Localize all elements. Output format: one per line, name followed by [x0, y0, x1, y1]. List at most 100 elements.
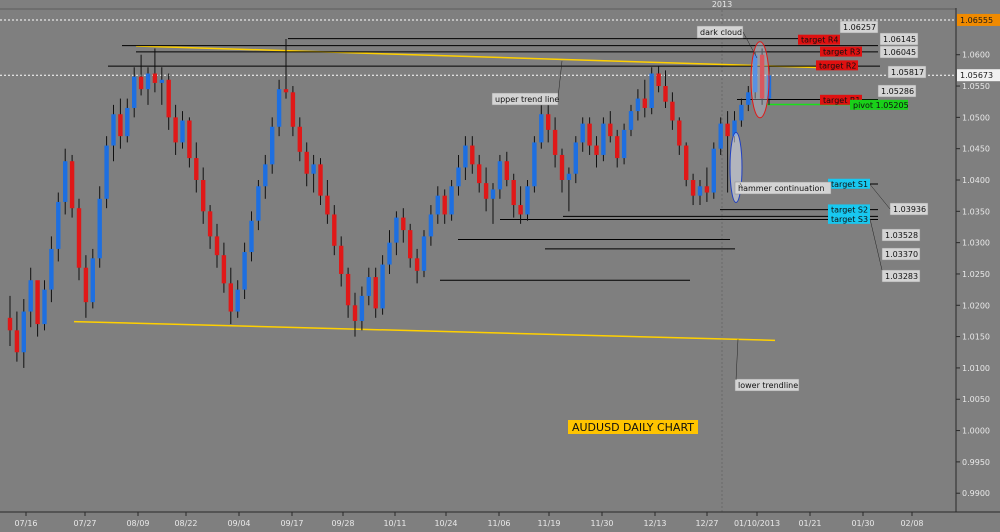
candle-body [21, 311, 26, 353]
candle-body [235, 289, 240, 312]
candle-body [152, 73, 158, 83]
price-level-box-label: 1.03370 [885, 250, 918, 259]
candle-body [414, 258, 420, 271]
candle-body [697, 186, 703, 196]
date-tick-label: 09/28 [331, 519, 354, 528]
candle-body [228, 283, 233, 312]
candle-body [304, 151, 309, 174]
candle-body [608, 123, 613, 137]
candle-body [587, 123, 592, 146]
candle-body [283, 89, 289, 93]
candle-body [138, 76, 144, 90]
price-level-box-label: 1.05286 [881, 87, 914, 96]
candle-body [511, 180, 516, 206]
candle-body [580, 123, 585, 143]
candle-body [490, 189, 496, 199]
candle-body [42, 289, 47, 325]
price-tick-label: 1.0450 [962, 145, 990, 154]
target-tag-label: target R3 [823, 48, 861, 57]
candle-body [615, 136, 620, 159]
candle-body [456, 167, 461, 187]
date-tick-label: 11/19 [537, 519, 560, 528]
candle-body [63, 161, 68, 202]
target-tag-label: target S2 [831, 205, 868, 214]
candle-body [532, 142, 537, 187]
date-tick-label: 12/13 [643, 519, 666, 528]
candle-body [684, 145, 689, 180]
candle-body [249, 220, 254, 253]
date-tick-label: 12/27 [695, 519, 718, 528]
date-tick-label: 10/11 [383, 519, 406, 528]
candle-body [477, 164, 482, 184]
date-tick-label: 09/04 [227, 519, 250, 528]
target-tag-label: pivot 1.05205 [853, 101, 909, 110]
candle-body [159, 79, 164, 83]
candle-body [173, 117, 178, 143]
date-tick-label: 11/30 [590, 519, 613, 528]
candle-body [718, 123, 723, 149]
price-tick-label: 1.0400 [962, 176, 990, 185]
candle-body [711, 148, 716, 193]
date-tick-label: 01/21 [798, 519, 821, 528]
candle-body [318, 164, 323, 196]
candle-body [387, 242, 392, 265]
candle-body [497, 161, 503, 190]
candle-body [270, 126, 275, 165]
candle-body [394, 217, 399, 243]
target-tag-label: target R2 [819, 61, 857, 70]
candle-body [97, 198, 102, 259]
candle-body [242, 252, 247, 290]
candle-body [132, 76, 137, 108]
candle-body [601, 123, 606, 155]
candle-body [194, 158, 199, 180]
candle-body [704, 186, 710, 193]
candle-body [145, 73, 151, 90]
candle-body [525, 186, 530, 215]
lower-trend-note-label: lower trendline [738, 381, 798, 390]
candle-body [539, 114, 544, 143]
price-level-box-label: 1.03936 [893, 205, 926, 214]
candle-body [552, 129, 558, 155]
candle-body [166, 79, 171, 118]
price-tick-label: 1.0300 [962, 239, 990, 248]
candle-body [187, 120, 192, 159]
candle-body [401, 217, 406, 231]
target-tag-label: target S3 [831, 215, 868, 224]
date-tick-label: 11/06 [487, 519, 510, 528]
candle-body [435, 195, 440, 215]
high-price-tag-label: 1.06555 [960, 16, 993, 25]
price-tick-label: 1.0500 [962, 113, 990, 122]
price-tick-label: 0.9950 [962, 458, 990, 467]
candle-body [28, 280, 33, 312]
candle-body [366, 277, 371, 296]
candle-body [201, 180, 206, 212]
date-tick-label: 10/24 [434, 519, 457, 528]
candle-body [345, 273, 351, 306]
price-level-box-label: 1.06257 [843, 23, 876, 32]
candle-body [76, 208, 82, 268]
period-marker-label: 2013 [712, 0, 732, 9]
candle-body [408, 230, 413, 259]
candle-body [49, 248, 54, 290]
candle-body [276, 89, 282, 127]
price-tick-label: 1.0550 [962, 82, 990, 91]
price-level-box-label: 1.06145 [883, 35, 916, 44]
candle-body [470, 145, 475, 165]
candle-body [649, 73, 654, 108]
candle-body [14, 330, 20, 353]
candle-body [118, 114, 123, 137]
hammer-note-label: hammer continuation [738, 184, 824, 193]
candle-body [125, 107, 130, 137]
price-level-box-label: 1.03283 [885, 272, 918, 281]
candle-body [746, 92, 751, 105]
candle-body [504, 161, 509, 180]
candle-body [421, 236, 427, 271]
candle-body [104, 145, 109, 199]
price-level-box-label: 1.05817 [891, 68, 924, 77]
price-level-box-label: 1.06045 [883, 48, 916, 57]
candle-body [325, 195, 330, 215]
candle-body [35, 280, 40, 325]
candle-body [428, 214, 434, 237]
candle-body [311, 164, 316, 174]
candle-body [566, 173, 572, 180]
